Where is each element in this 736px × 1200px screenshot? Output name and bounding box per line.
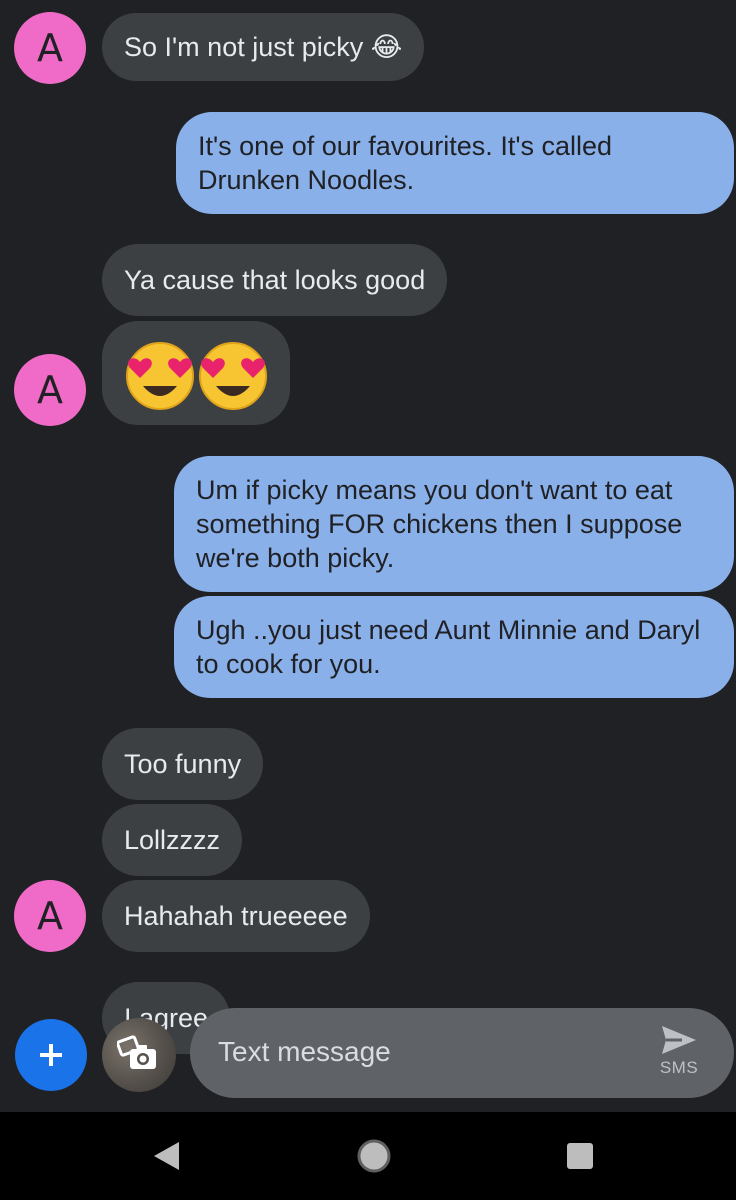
send-sms-button[interactable]: SMS <box>646 1024 712 1086</box>
outgoing-message[interactable]: It's one of our favourites. It's called … <box>176 112 734 214</box>
message-input[interactable] <box>218 1030 638 1074</box>
incoming-message[interactable]: Ya cause that looks good <box>102 244 448 316</box>
message-text: Um if picky means you don't want to eat … <box>196 475 683 573</box>
message-text: Too funny <box>124 749 242 779</box>
avatar-initial: A <box>37 368 63 412</box>
outgoing-message[interactable]: Um if picky means you don't want to eat … <box>174 456 734 592</box>
message-text: Ya cause that looks good <box>124 265 426 295</box>
plus-icon <box>40 1044 62 1066</box>
message-text: Lollzzzz <box>124 825 221 855</box>
contact-avatar[interactable]: A <box>14 880 86 952</box>
home-circle-icon <box>357 1139 391 1173</box>
message-text: Hahahah trueeeee <box>124 901 348 931</box>
message-text: It's one of our favourites. It's called … <box>198 131 613 195</box>
send-label: SMS <box>659 1058 699 1077</box>
add-attachment-button[interactable] <box>15 1019 87 1091</box>
incoming-message[interactable]: 😍😍 <box>102 321 290 425</box>
incoming-message[interactable]: Hahahah trueeeee <box>102 880 370 952</box>
avatar-initial: A <box>37 26 63 70</box>
send-icon <box>662 1026 696 1054</box>
message-thread[interactable]: A So I'm not just picky 😂 It's one of ou… <box>0 0 736 1112</box>
nav-home-button[interactable] <box>324 1112 424 1200</box>
camera-gallery-icon <box>117 1035 156 1069</box>
message-text: So I'm not just picky 😂 <box>124 32 403 62</box>
contact-avatar[interactable]: A <box>14 12 86 84</box>
back-triangle-icon <box>154 1142 179 1170</box>
nav-back-button[interactable] <box>116 1112 216 1200</box>
message-text: Ugh ..you just need Aunt Minnie and Dary… <box>196 615 701 679</box>
incoming-message[interactable]: So I'm not just picky 😂 <box>102 13 425 81</box>
incoming-message[interactable]: Lollzzzz <box>102 804 243 876</box>
gallery-camera-button[interactable] <box>102 1018 176 1092</box>
avatar-initial: A <box>37 894 63 938</box>
incoming-message[interactable]: Too funny <box>102 728 264 800</box>
compose-bar: SMS <box>190 1008 734 1098</box>
nav-recents-button[interactable] <box>530 1112 630 1200</box>
system-navigation-bar <box>0 1112 736 1200</box>
contact-avatar[interactable]: A <box>14 354 86 426</box>
outgoing-message[interactable]: Ugh ..you just need Aunt Minnie and Dary… <box>174 596 734 698</box>
recents-square-icon <box>567 1143 593 1169</box>
